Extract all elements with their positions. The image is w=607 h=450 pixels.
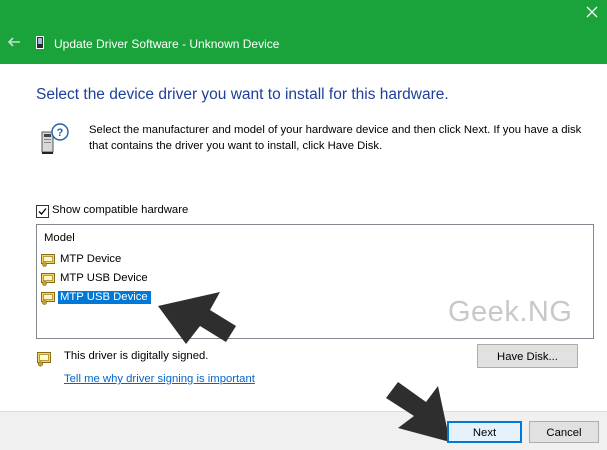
svg-text:?: ? [57,127,64,139]
driver-certificate-icon [41,292,55,305]
device-icon [36,36,44,49]
annotation-arrow-icon [158,292,236,344]
driver-signing-link[interactable]: Tell me why driver signing is important [64,373,255,385]
model-column-header: Model [44,232,75,244]
annotation-arrow-icon [386,382,450,442]
page-heading: Select the device driver you want to ins… [36,86,449,103]
driver-certificate-icon [41,273,55,286]
have-disk-button[interactable]: Have Disk... [477,344,578,368]
list-item-label: MTP USB Device [60,272,148,284]
show-compatible-label: Show compatible hardware [52,204,189,216]
next-button[interactable]: Next [447,421,522,443]
close-icon[interactable] [584,4,600,20]
instructions-text: Select the manufacturer and model of you… [89,124,582,152]
list-item-label: MTP Device [60,253,122,265]
hardware-help-icon: ? [38,122,72,156]
cancel-button[interactable]: Cancel [529,421,599,443]
list-item[interactable]: MTP Device [41,252,241,269]
title-bar: Update Driver Software - Unknown Device [0,0,607,64]
signing-status: This driver is digitally signed. [64,350,209,362]
driver-certificate-icon [41,254,55,267]
list-item-label: MTP USB Device [58,291,151,304]
window-title: Update Driver Software - Unknown Device [54,37,280,51]
watermark: Geek.NG [448,296,573,328]
show-compatible-checkbox[interactable] [36,205,49,218]
list-item[interactable]: MTP USB Device [41,271,241,288]
signed-driver-icon [37,352,51,367]
back-arrow-icon[interactable] [6,34,22,50]
